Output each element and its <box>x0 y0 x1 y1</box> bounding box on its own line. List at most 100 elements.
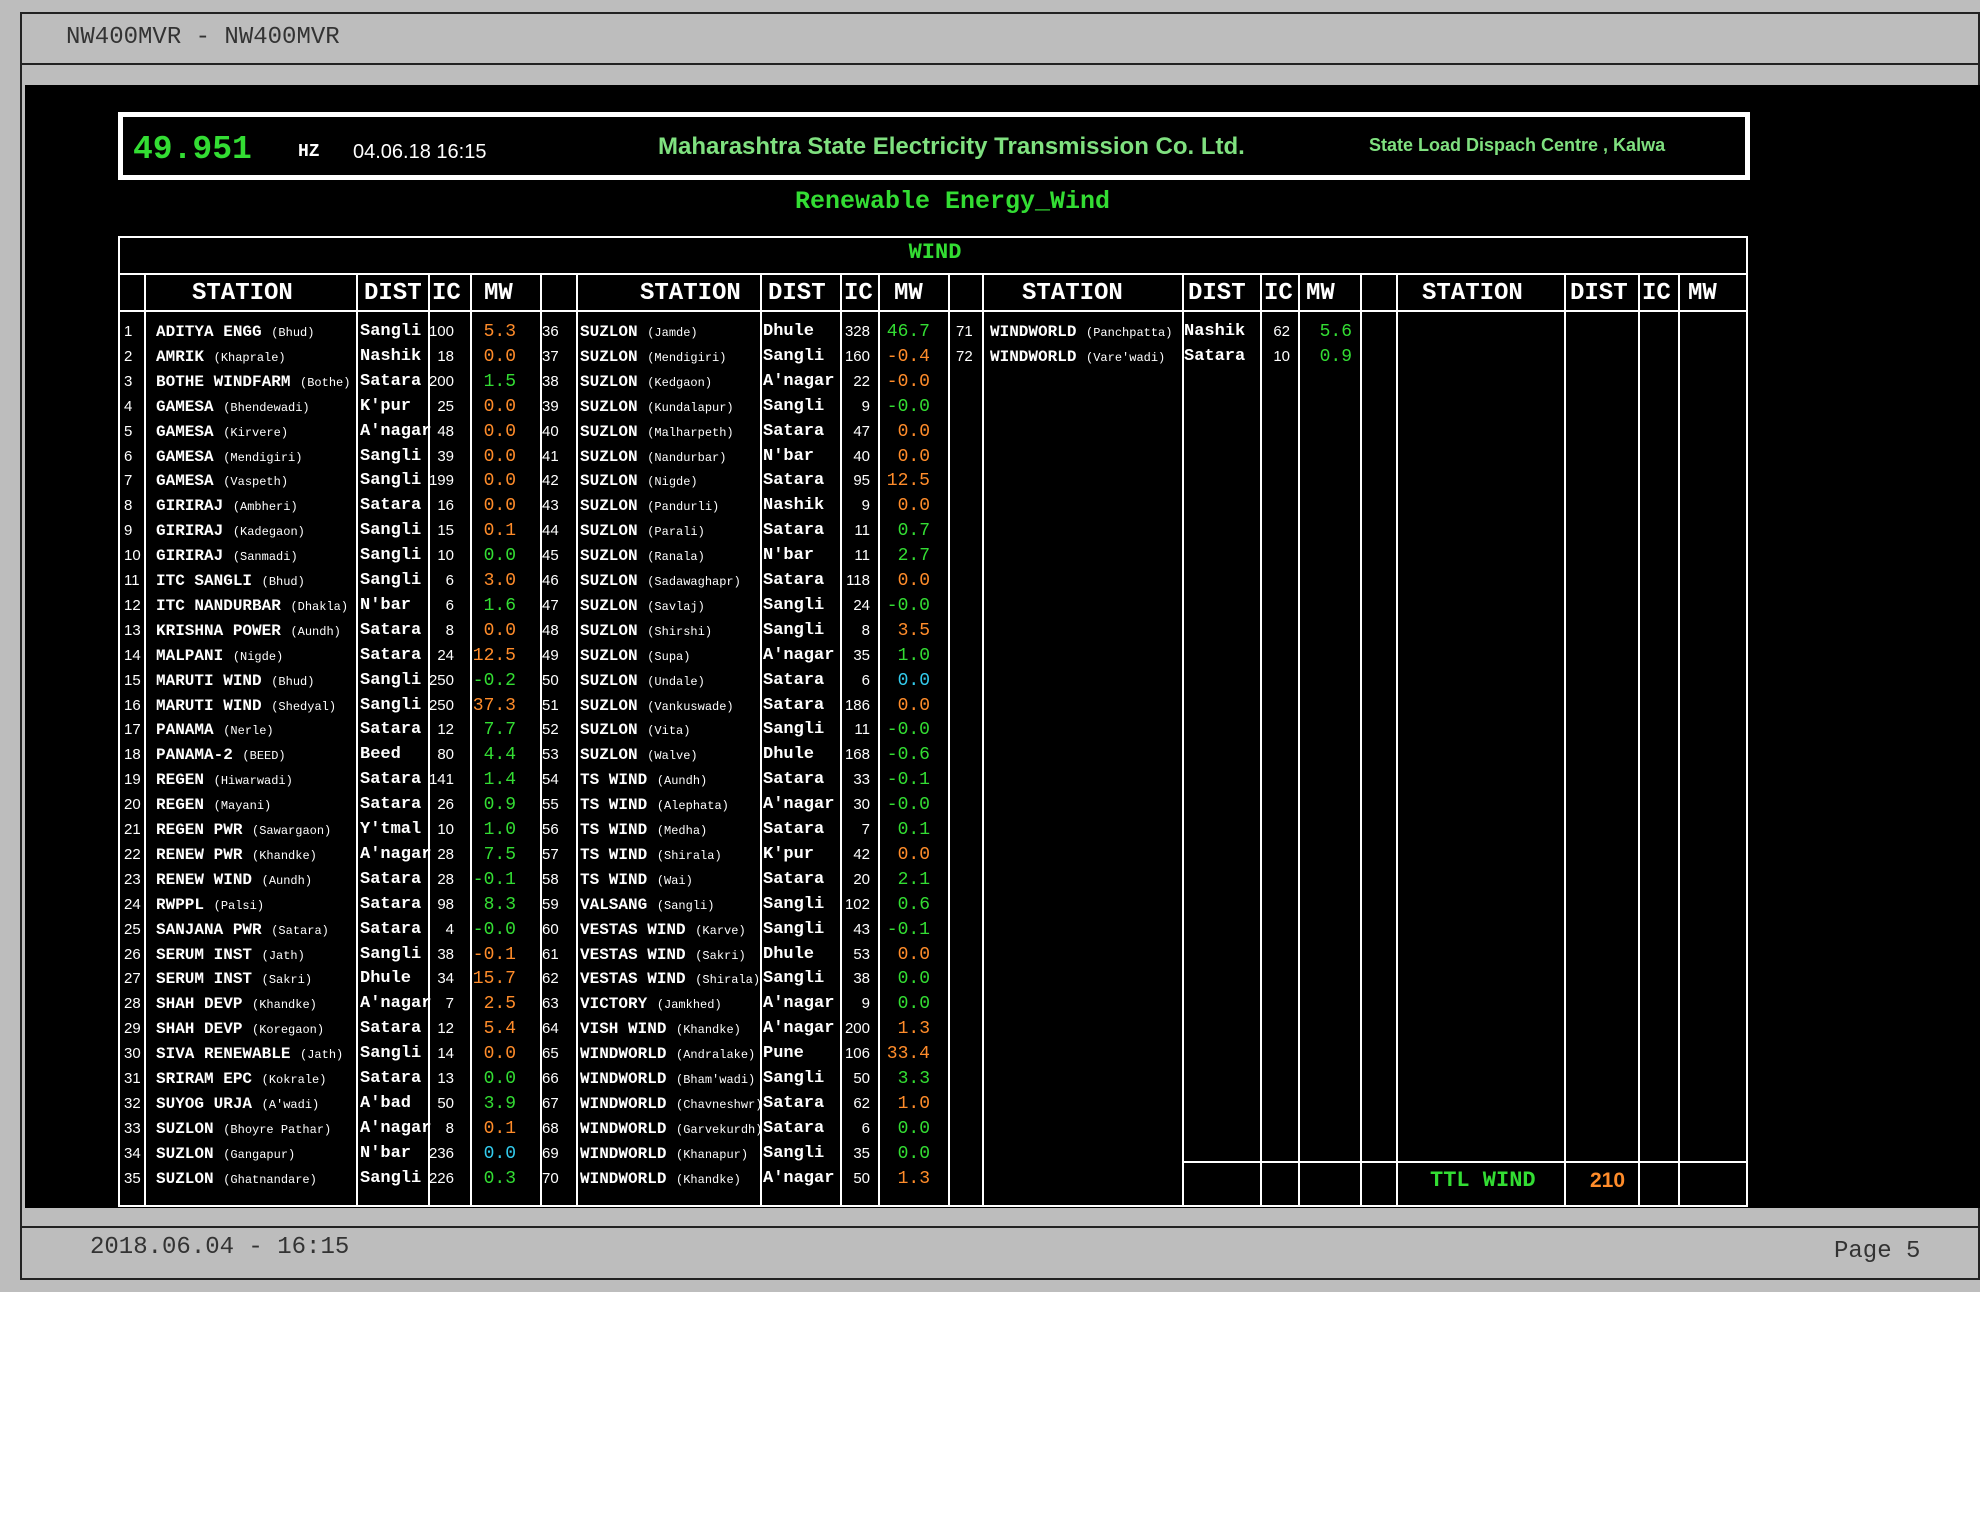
row-number: 16 <box>124 697 141 714</box>
app-window: NW400MVR - NW400MVR 49.951 HZ 04.06.18 1… <box>0 0 1980 1292</box>
station-label: ITC NANDURBAR <box>156 597 281 615</box>
row-number: 12 <box>124 597 141 614</box>
output-mw: 7.7 <box>483 720 516 740</box>
column-header-mw: MW <box>894 280 923 307</box>
station-location: (Malharpeth) <box>647 426 734 440</box>
station-name: SUZLON (Shirshi) <box>580 619 712 644</box>
station-label: MARUTI WIND <box>156 672 262 690</box>
station-name: SHAH DEVP (Koregaon) <box>156 1017 324 1042</box>
row-number: 4 <box>124 398 133 415</box>
station-district: Satara <box>360 1069 422 1088</box>
station-label: SUZLON <box>580 323 638 341</box>
station-location: (Vare'wadi) <box>1086 351 1166 365</box>
station-name: PANAMA (Nerle) <box>156 718 274 743</box>
station-district: N'bar <box>360 1144 412 1163</box>
row-number: 65 <box>542 1045 559 1062</box>
station-district: Sangli <box>360 671 422 690</box>
station-name: REGEN (Mayani) <box>156 793 271 818</box>
row-number: 25 <box>124 921 141 938</box>
output-mw: 0.0 <box>897 994 930 1014</box>
station-label: VESTAS WIND <box>580 921 686 939</box>
output-mw: 3.5 <box>897 621 930 641</box>
station-label: WINDWORLD <box>580 1070 667 1088</box>
station-district: Sangli <box>763 920 825 939</box>
station-district: Sangli <box>360 447 422 466</box>
installed-capacity: 16 <box>437 497 454 514</box>
station-name: VESTAS WIND (Karve) <box>580 918 746 943</box>
row-number: 5 <box>124 423 133 440</box>
station-label: SERUM INST <box>156 970 253 988</box>
installed-capacity: 20 <box>853 871 870 888</box>
station-district: Sangli <box>763 1069 825 1088</box>
output-mw: -0.0 <box>886 795 930 815</box>
installed-capacity: 9 <box>861 497 870 514</box>
station-label: SUZLON <box>580 373 638 391</box>
station-district: A'nagar <box>763 795 835 814</box>
station-location: (Ambheri) <box>232 500 298 514</box>
station-label: PANAMA <box>156 721 214 739</box>
installed-capacity: 26 <box>437 796 454 813</box>
station-name: ADITYA ENGG (Bhud) <box>156 320 314 345</box>
station-district: Satara <box>763 820 825 839</box>
output-mw: 37.3 <box>472 696 516 716</box>
station-name: VESTAS WIND (Sakri) <box>580 943 746 968</box>
station-label: SUZLON <box>156 1145 214 1163</box>
installed-capacity: 95 <box>853 472 870 489</box>
station-district: A'nagar <box>360 1119 432 1138</box>
output-mw: 1.0 <box>897 1094 930 1114</box>
output-mw: 0.0 <box>483 447 516 467</box>
station-name: SUZLON (Vankuswade) <box>580 694 734 719</box>
station-label: VISH WIND <box>580 1020 667 1038</box>
output-mw: 33.4 <box>886 1044 930 1064</box>
row-number: 63 <box>542 995 559 1012</box>
installed-capacity: 328 <box>844 323 870 340</box>
output-mw: 3.0 <box>483 571 516 591</box>
station-label: TS WIND <box>580 771 648 789</box>
station-label: SANJANA PWR <box>156 921 262 939</box>
installed-capacity: 11 <box>854 547 870 564</box>
station-location: (Hiwarwadi) <box>213 774 293 788</box>
output-mw: 0.3 <box>483 1169 516 1189</box>
row-number: 18 <box>124 746 141 763</box>
column-header-station: STATION <box>1022 280 1123 307</box>
station-label: GAMESA <box>156 398 214 416</box>
column-header-station: STATION <box>192 280 293 307</box>
output-mw: 0.0 <box>483 621 516 641</box>
output-mw: 1.4 <box>483 770 516 790</box>
column-divider <box>1396 273 1398 1207</box>
header-panel: 49.951 HZ 04.06.18 16:15 Maharashtra Sta… <box>118 112 1750 180</box>
station-name: WINDWORLD (Panchpatta) <box>990 320 1172 345</box>
row-number: 59 <box>542 896 559 913</box>
output-mw: 0.0 <box>483 1069 516 1089</box>
station-name: GIRIRAJ (Ambheri) <box>156 494 298 519</box>
column-header-dist: DIST <box>364 280 422 307</box>
output-mw: 1.6 <box>483 596 516 616</box>
station-name: TS WIND (Shirala) <box>580 843 722 868</box>
installed-capacity: 4 <box>445 921 454 938</box>
installed-capacity: 102 <box>844 896 870 913</box>
row-number: 27 <box>124 970 141 987</box>
station-district: Sangli <box>360 322 422 341</box>
station-location: (Khanapur) <box>676 1148 749 1162</box>
station-name: GAMESA (Bhendewadi) <box>156 395 310 420</box>
station-label: RENEW WIND <box>156 871 253 889</box>
station-location: (Nerle) <box>223 724 274 738</box>
station-name: GAMESA (Kirvere) <box>156 420 288 445</box>
row-number: 15 <box>124 672 141 689</box>
station-name: GAMESA (Mendigiri) <box>156 445 302 470</box>
station-district: Sangli <box>360 1169 422 1188</box>
station-name: SUZLON (Gangapur) <box>156 1142 295 1167</box>
installed-capacity: 47 <box>853 423 870 440</box>
row-number: 58 <box>542 871 559 888</box>
frequency-value: 49.951 <box>133 131 252 168</box>
installed-capacity: 199 <box>428 472 454 489</box>
output-mw: 46.7 <box>886 322 930 342</box>
installed-capacity: 10 <box>437 547 454 564</box>
station-name: ITC SANGLI (Bhud) <box>156 569 305 594</box>
station-district: Satara <box>360 646 422 665</box>
station-label: VESTAS WIND <box>580 970 686 988</box>
installed-capacity: 6 <box>861 1120 870 1137</box>
station-label: WINDWORLD <box>580 1095 667 1113</box>
footer-page: Page 5 <box>1834 1238 1921 1265</box>
row-number: 64 <box>542 1020 559 1037</box>
